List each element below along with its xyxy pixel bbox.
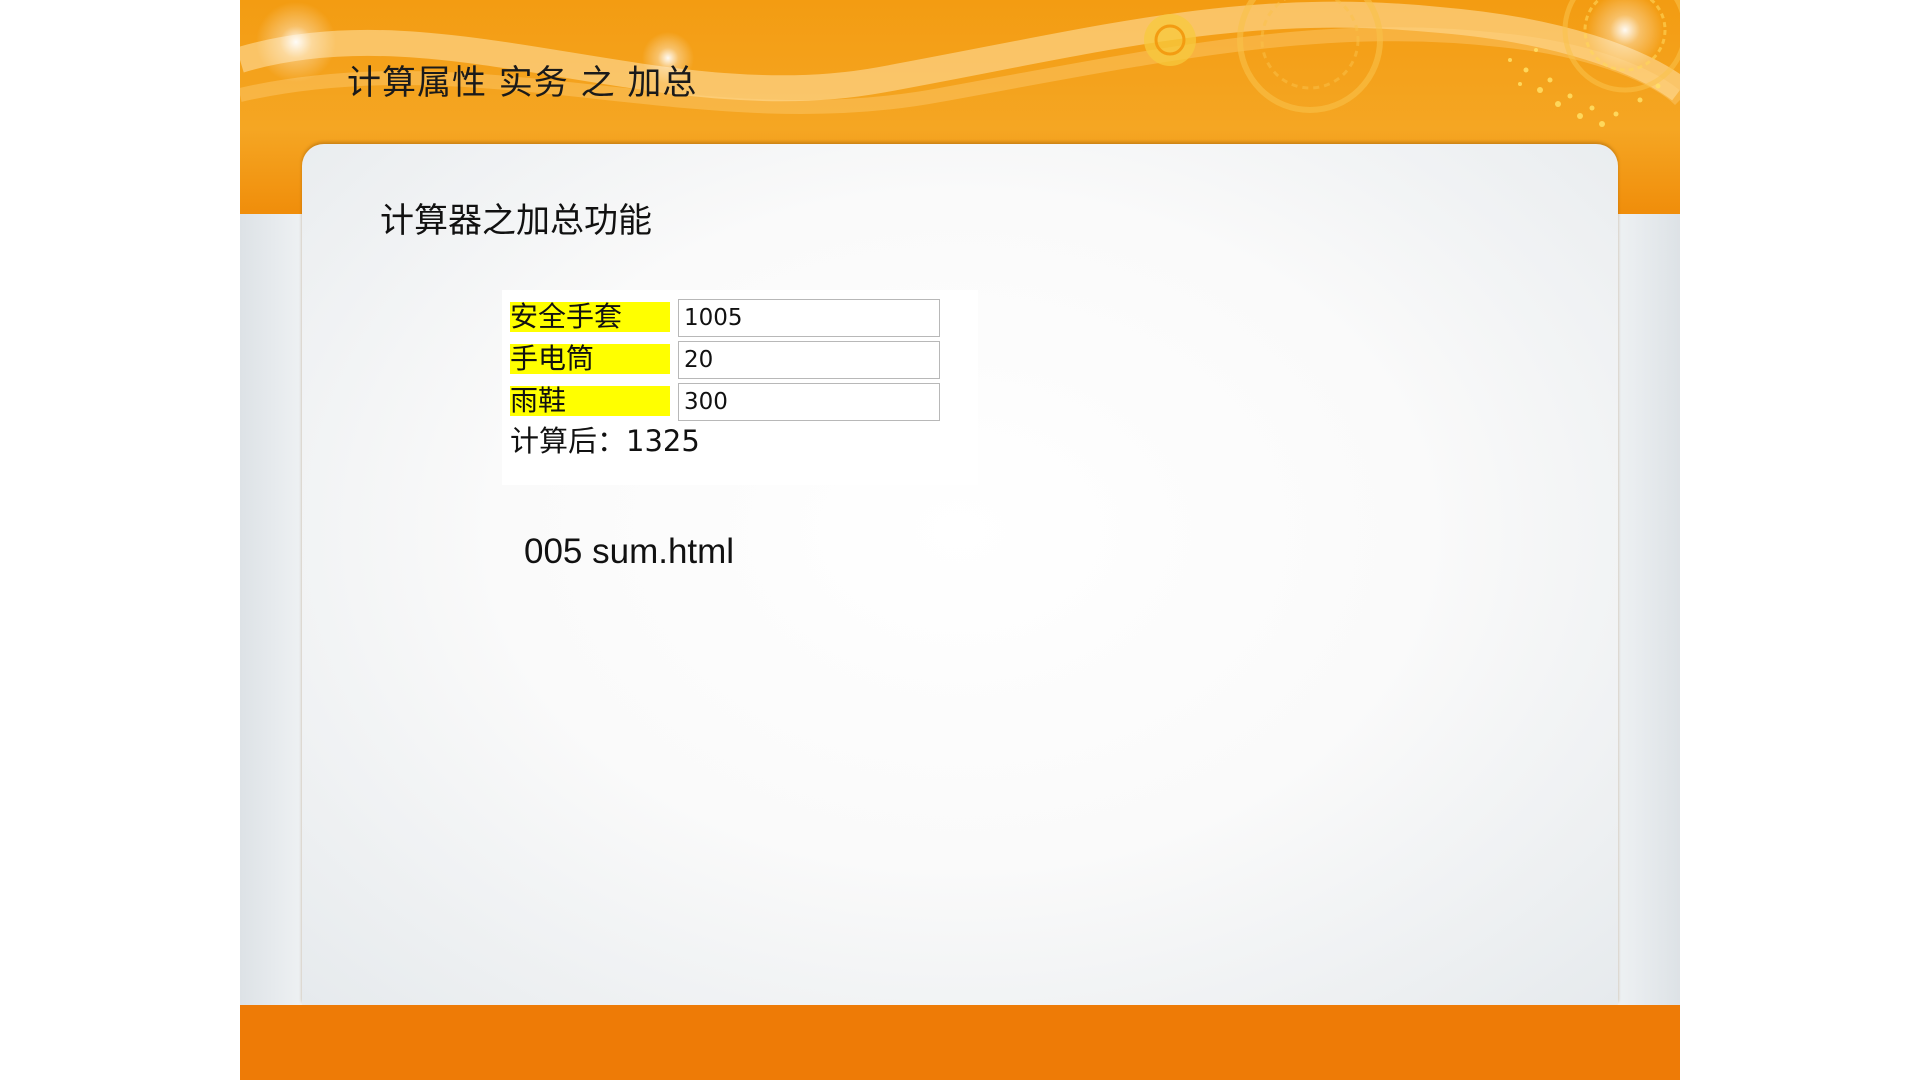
calc-label-gloves: 安全手套 [510, 302, 670, 332]
calc-result: 计算后：1325 [510, 418, 700, 460]
calc-input-gloves[interactable] [678, 299, 940, 337]
calc-row-flashlight: 手电筒 [510, 341, 970, 379]
footer-band [240, 1005, 1680, 1080]
panel-right-edge [1618, 214, 1680, 1014]
slide: 计算属性 实务 之 加总 计算器之加总功能 安全手套 手电筒 雨鞋 计算后：13… [240, 0, 1680, 1080]
calc-result-value: 1325 [626, 424, 700, 458]
panel-left-edge [240, 214, 302, 1014]
slide-title: 计算属性 实务 之 加总 [347, 63, 698, 103]
content-panel [302, 144, 1618, 1004]
calculator-screenshot: 安全手套 手电筒 雨鞋 计算后：1325 [502, 290, 978, 485]
section-title: 计算器之加总功能 [380, 201, 652, 241]
calc-input-flashlight[interactable] [678, 341, 940, 379]
calc-row-gloves: 安全手套 [510, 299, 970, 337]
calc-label-flashlight: 手电筒 [510, 344, 670, 374]
calc-label-rainboots: 雨鞋 [510, 386, 670, 416]
calc-input-rainboots[interactable] [678, 383, 940, 421]
calc-row-rainboots: 雨鞋 [510, 383, 970, 421]
calc-result-label: 计算后： [510, 424, 627, 458]
filename-caption: 005 sum.html [524, 532, 735, 571]
